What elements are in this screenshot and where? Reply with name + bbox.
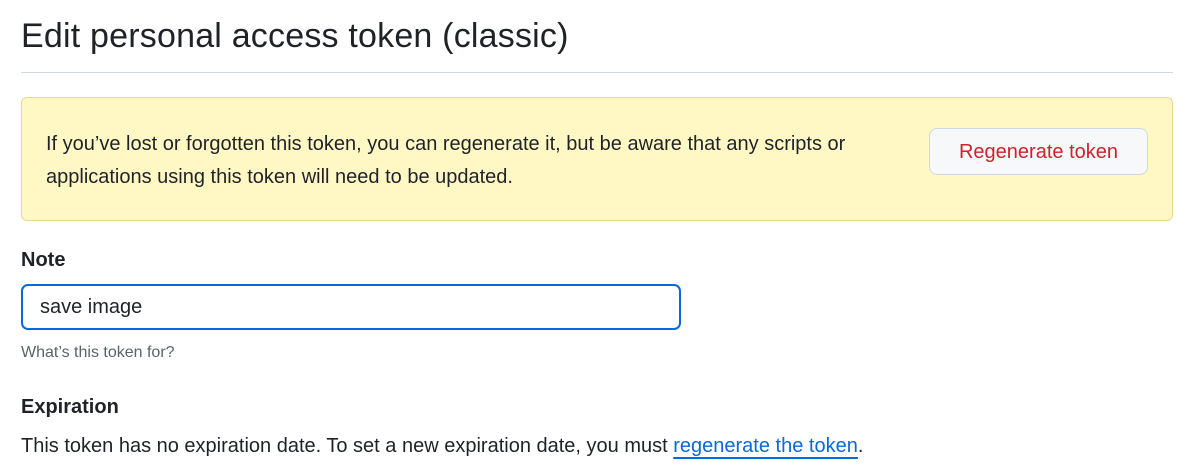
regenerate-token-button[interactable]: Regenerate token	[929, 128, 1148, 175]
expiration-description: This token has no expiration date. To se…	[21, 432, 1173, 460]
regenerate-warning-banner: If you’ve lost or forgotten this token, …	[21, 97, 1173, 221]
note-input[interactable]	[21, 284, 681, 330]
warning-message: If you’ve lost or forgotten this token, …	[46, 133, 846, 188]
expiration-label: Expiration	[21, 396, 119, 418]
note-hint: What’s this token for?	[21, 344, 175, 361]
expiration-text: This token has no expiration date. To se…	[21, 435, 674, 457]
title-divider	[21, 72, 1173, 73]
note-label: Note	[21, 249, 66, 271]
token-edit-page: Edit personal access token (classic) If …	[21, 0, 1173, 460]
expiration-text-end: .	[857, 435, 864, 457]
page-title: Edit personal access token (classic)	[21, 17, 569, 55]
regenerate-token-link[interactable]: regenerate the token	[673, 435, 858, 457]
